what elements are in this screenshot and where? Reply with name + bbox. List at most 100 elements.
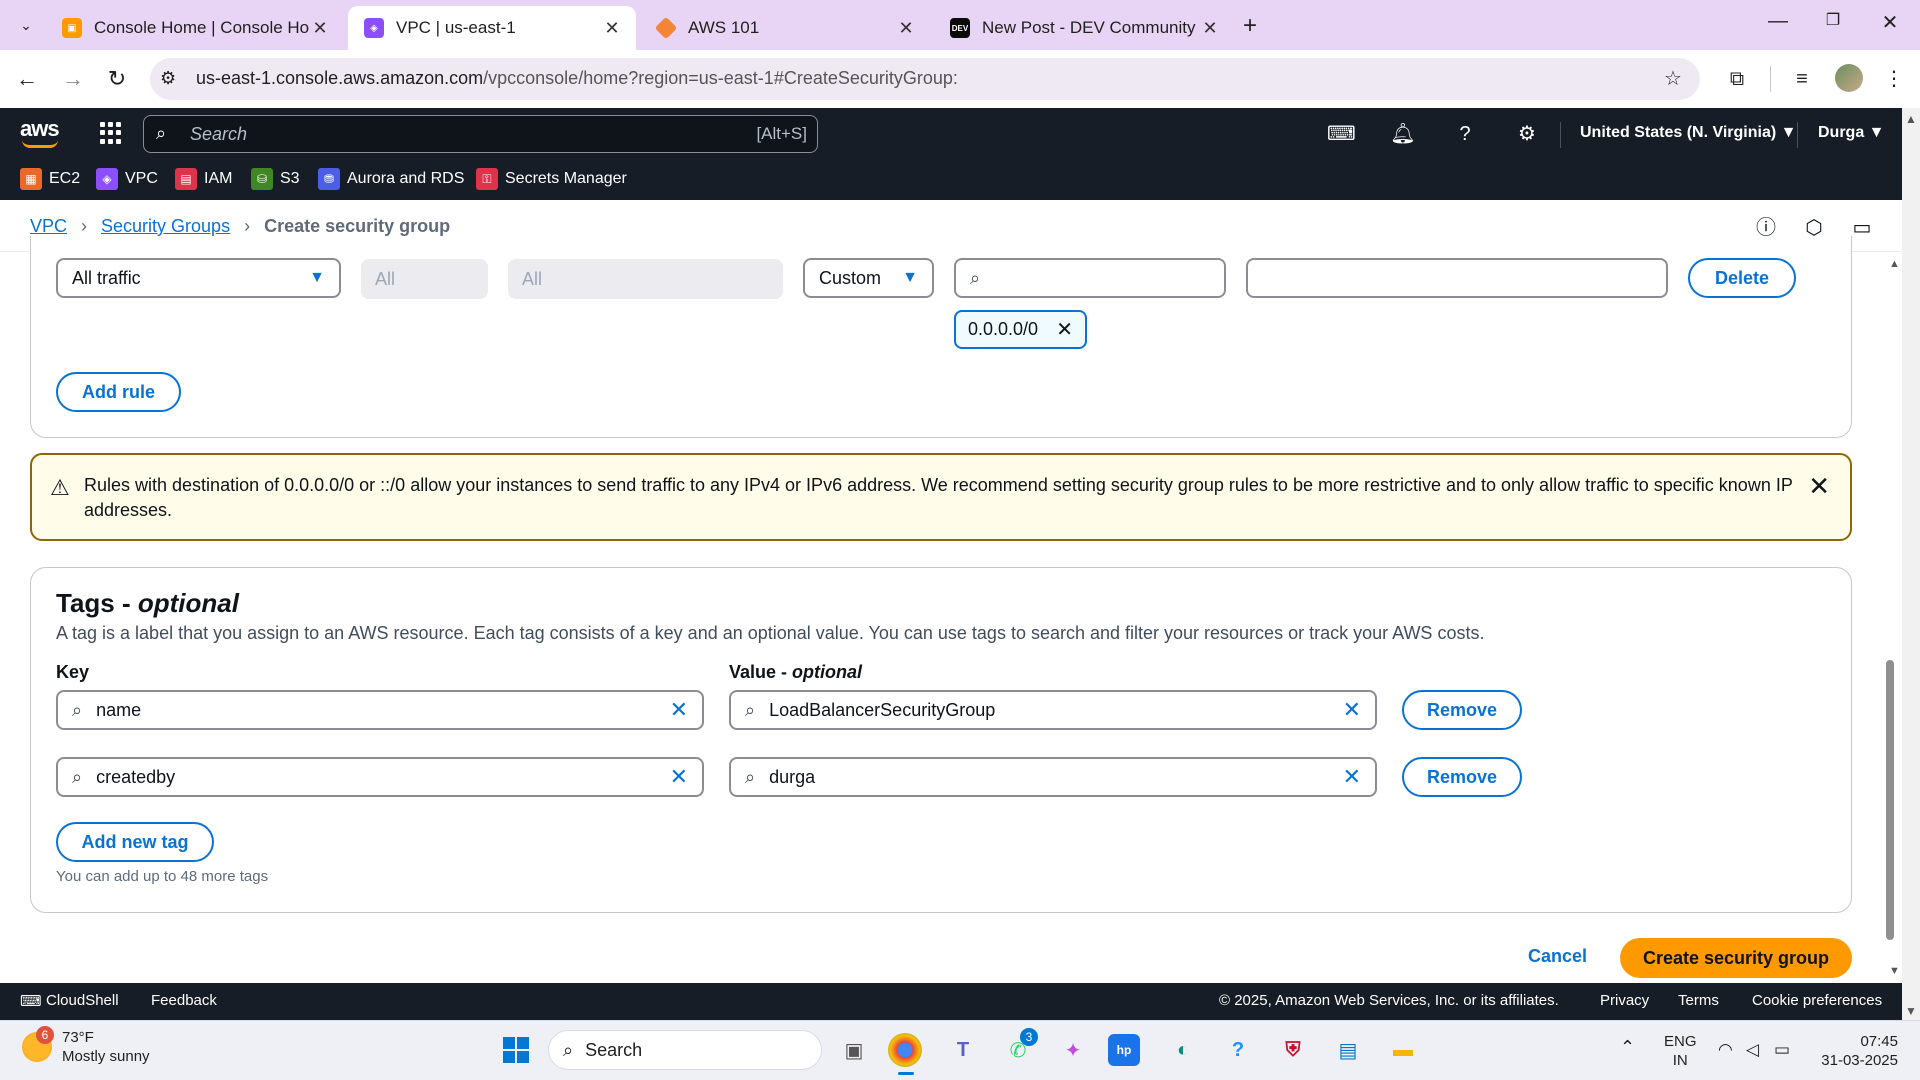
taskbar-search-input[interactable]: ⌕ Search — [548, 1030, 822, 1070]
add-new-tag-button[interactable]: Add new tag — [56, 822, 214, 862]
services-grid-icon[interactable] — [100, 122, 122, 144]
cookie-preferences-link[interactable]: Cookie preferences — [1752, 992, 1882, 1009]
terms-link[interactable]: Terms — [1678, 992, 1719, 1009]
toolbar-divider — [1770, 66, 1771, 92]
cloudshell-icon[interactable]: ⌨ — [1327, 120, 1356, 148]
inner-scroll-down-arrow-icon[interactable]: ▼ — [1889, 965, 1900, 977]
vpc-favicon-icon: ◈ — [364, 18, 384, 38]
language-indicator[interactable]: ENG IN — [1664, 1032, 1697, 1070]
media-control-icon[interactable]: ≡ — [1787, 64, 1817, 94]
privacy-link[interactable]: Privacy — [1600, 992, 1649, 1009]
inner-scroll-up-arrow-icon[interactable]: ▲ — [1889, 258, 1900, 270]
notifications-bell-icon[interactable]: 🔔︎ — [1389, 120, 1417, 148]
region-selector[interactable]: United States (N. Virginia) ▼ — [1580, 124, 1796, 142]
microsoft-store-icon[interactable]: ▤ — [1328, 1030, 1368, 1070]
rule-type-select[interactable]: All traffic ▼ — [56, 258, 341, 298]
browser-tab-vpc[interactable]: ◈ VPC | us-east-1 ✕ — [348, 6, 636, 50]
favorite-iam[interactable]: ▤ IAM — [175, 168, 232, 190]
warning-triangle-icon: ⚠ — [50, 475, 70, 500]
create-security-group-button[interactable]: Create security group — [1620, 938, 1852, 978]
aws-logo[interactable]: aws — [20, 116, 60, 148]
close-tab-icon[interactable]: ✕ — [1200, 18, 1220, 39]
clock[interactable]: 07:45 31-03-2025 — [1818, 1032, 1898, 1070]
wifi-icon[interactable]: ◠ — [1718, 1040, 1733, 1059]
breadcrumb-vpc[interactable]: VPC — [30, 216, 67, 237]
scrollbar-thumb[interactable] — [1886, 660, 1894, 940]
cloudshell-footer-icon[interactable]: ⌨ — [20, 992, 42, 1010]
tag-value-input[interactable]: ⌕ LoadBalancerSecurityGroup ✕ — [729, 690, 1377, 730]
favorite-secrets-manager[interactable]: ⚿ Secrets Manager — [476, 168, 627, 190]
task-view-icon[interactable]: ▣ — [834, 1030, 874, 1070]
aws-search-input[interactable]: ⌕ Search [Alt+S] — [143, 115, 818, 153]
tags-panel — [30, 567, 1852, 913]
reload-icon[interactable]: ↻ — [100, 62, 134, 96]
bookmark-star-icon[interactable]: ☆ — [1658, 64, 1688, 94]
minimize-icon[interactable]: — — [1758, 10, 1798, 33]
help-icon[interactable]: ? — [1451, 120, 1479, 148]
profile-avatar[interactable] — [1835, 64, 1863, 92]
close-tab-icon[interactable]: ✕ — [602, 18, 622, 39]
clear-input-icon[interactable]: ✕ — [670, 697, 688, 723]
chrome-icon[interactable] — [888, 1033, 922, 1067]
page-scrollbar[interactable] — [1902, 108, 1920, 1020]
restore-icon[interactable]: ❐ — [1813, 10, 1853, 30]
dismiss-alert-icon[interactable]: ✕ — [1808, 471, 1830, 502]
forward-icon[interactable]: → — [56, 62, 90, 96]
close-tab-icon[interactable]: ✕ — [310, 18, 330, 39]
site-info-icon[interactable]: ⚙ — [160, 68, 176, 89]
remove-token-icon[interactable]: ✕ — [1056, 317, 1073, 342]
aws-101-favicon-icon — [654, 16, 678, 40]
tab-search-dropdown-icon[interactable]: ⌄ — [12, 11, 40, 39]
tag-key-input[interactable]: ⌕ name ✕ — [56, 690, 704, 730]
scroll-up-arrow-icon[interactable]: ▲ — [1905, 112, 1917, 126]
url-text[interactable]: us-east-1.console.aws.amazon.com/vpccons… — [196, 68, 958, 89]
add-rule-button[interactable]: Add rule — [56, 372, 181, 412]
tag-key-input[interactable]: ⌕ createdby ✕ — [56, 757, 704, 797]
close-tab-icon[interactable]: ✕ — [896, 18, 916, 39]
cancel-button[interactable]: Cancel — [1528, 946, 1587, 967]
clear-input-icon[interactable]: ✕ — [1343, 697, 1361, 723]
rule-destination-type-select[interactable]: Custom ▼ — [803, 258, 934, 298]
account-menu[interactable]: Durga ▼ — [1818, 124, 1885, 142]
copilot-icon[interactable]: ✦ — [1053, 1030, 1093, 1070]
file-explorer-icon[interactable]: ▬ — [1383, 1030, 1423, 1070]
feedback-link[interactable]: Feedback — [151, 992, 217, 1009]
extensions-icon[interactable]: ⧉ — [1722, 64, 1752, 94]
settings-gear-icon[interactable]: ⚙ — [1513, 120, 1541, 148]
favorite-ec2[interactable]: ▦ EC2 — [20, 168, 80, 190]
teams-icon[interactable]: T — [943, 1030, 983, 1070]
show-hidden-icons-chevron-icon[interactable]: ⌃ — [1620, 1038, 1635, 1057]
console-footer: ⌨ CloudShell Feedback © 2025, Amazon Web… — [0, 983, 1902, 1020]
browser-tab-aws-101[interactable]: AWS 101 ✕ — [640, 6, 930, 50]
back-icon[interactable]: ← — [10, 62, 44, 96]
get-help-icon[interactable]: ? — [1218, 1030, 1258, 1070]
close-window-icon[interactable]: ✕ — [1870, 10, 1910, 35]
myhp-icon[interactable]: hp — [1108, 1034, 1140, 1066]
mcafee-icon[interactable]: ⛨ — [1273, 1030, 1313, 1070]
remove-tag-button[interactable]: Remove — [1402, 690, 1522, 730]
weather-widget[interactable]: 6 73°F Mostly sunny — [22, 1026, 150, 1066]
tag-value-input[interactable]: ⌕ durga ✕ — [729, 757, 1377, 797]
volume-icon[interactable]: ◁ — [1746, 1040, 1759, 1059]
scroll-down-arrow-icon[interactable]: ▼ — [1905, 1004, 1917, 1018]
clear-input-icon[interactable]: ✕ — [1343, 764, 1361, 790]
delete-rule-button[interactable]: Delete — [1688, 258, 1796, 298]
remove-tag-button[interactable]: Remove — [1402, 757, 1522, 797]
screen-feedback-icon[interactable]: ▭ — [1848, 214, 1876, 242]
browser-menu-icon[interactable]: ⋮ — [1879, 64, 1909, 94]
value-label: Value - optional — [729, 662, 863, 682]
windows-start-icon[interactable] — [496, 1030, 536, 1070]
browser-tab-console-home[interactable]: ▣ Console Home | Console Home ✕ — [46, 6, 344, 50]
rule-description-input[interactable] — [1246, 258, 1668, 298]
rule-destination-search-input[interactable]: ⌕ — [954, 258, 1226, 298]
breadcrumb-security-groups[interactable]: Security Groups — [101, 216, 230, 237]
cloudshell-link[interactable]: CloudShell — [46, 992, 119, 1009]
favorite-vpc[interactable]: ◈ VPC — [96, 168, 158, 190]
new-tab-icon[interactable]: + — [1243, 12, 1257, 40]
favorite-aurora-rds[interactable]: ⛃ Aurora and RDS — [318, 168, 464, 190]
clear-input-icon[interactable]: ✕ — [670, 764, 688, 790]
browser-tab-dev-community[interactable]: DEV New Post - DEV Community ✕ — [934, 6, 1234, 50]
favorite-s3[interactable]: ⛁ S3 — [251, 168, 300, 190]
battery-icon[interactable]: ▭ — [1774, 1040, 1790, 1059]
edge-icon[interactable]: ◐ — [1163, 1030, 1203, 1070]
